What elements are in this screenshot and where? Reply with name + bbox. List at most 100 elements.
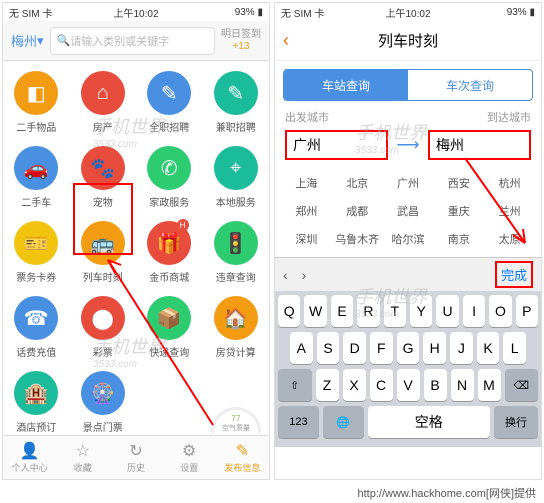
tab-历史[interactable]: ↻历史	[109, 436, 162, 479]
category-票务卡券[interactable]: 🎫票务卡券	[3, 215, 70, 290]
city-option[interactable]: 南京	[433, 225, 484, 253]
key-X[interactable]: X	[343, 369, 366, 401]
tab-label: 历史	[127, 461, 145, 474]
city-option[interactable]: 郑州	[281, 197, 332, 225]
city-option[interactable]: 兰州	[484, 197, 535, 225]
category-金币商城[interactable]: 🎁金币商城H	[136, 215, 203, 290]
done-button[interactable]: 完成	[495, 261, 533, 288]
city-option[interactable]: 哈尔滨	[383, 225, 434, 253]
category-宠物[interactable]: 🐾宠物	[70, 140, 137, 215]
city-option[interactable]: 重庆	[433, 197, 484, 225]
category-label: 二手物品	[16, 119, 56, 134]
seg-station[interactable]: 车站查询	[284, 70, 408, 100]
tab-label: 设置	[180, 461, 198, 474]
key-P[interactable]: P	[516, 295, 538, 327]
category-兼职招聘[interactable]: ✎兼职招聘	[203, 65, 270, 140]
category-icon: 🚌	[81, 221, 125, 265]
key-F[interactable]: F	[370, 332, 393, 364]
category-icon: 🏠	[214, 296, 258, 340]
key-U[interactable]: U	[436, 295, 458, 327]
signin-button[interactable]: 明日签到+13	[221, 29, 261, 53]
key-H[interactable]: H	[423, 332, 446, 364]
key-L[interactable]: L	[503, 332, 526, 364]
key-N[interactable]: N	[451, 369, 474, 401]
key-Y[interactable]: Y	[410, 295, 432, 327]
category-家政服务[interactable]: ✆家政服务	[136, 140, 203, 215]
next-field[interactable]: ›	[302, 267, 307, 283]
key-space[interactable]: 空格	[368, 406, 490, 438]
left-screenshot: 无 SIM 卡 上午10:02 93% ▮ 梅州▾ 🔍 请输入类别或关键字 明日…	[2, 2, 270, 480]
category-房产[interactable]: ⌂房产	[70, 65, 137, 140]
key-delete[interactable]: ⌫	[505, 369, 539, 401]
status-bar: 无 SIM 卡 上午10:02 93% ▮	[3, 3, 269, 21]
tab-收藏[interactable]: ☆收藏	[56, 436, 109, 479]
key-J[interactable]: J	[450, 332, 473, 364]
category-列车时刻[interactable]: 🚌列车时刻	[70, 215, 137, 290]
category-景点门票[interactable]: 🎡景点门票	[70, 365, 137, 440]
key-S[interactable]: S	[317, 332, 340, 364]
city-option[interactable]: 深圳	[281, 225, 332, 253]
city-option[interactable]: 武昌	[383, 197, 434, 225]
key-K[interactable]: K	[477, 332, 500, 364]
city-inputs: 广州 ⟶ 梅州	[275, 125, 541, 165]
key-M[interactable]: M	[478, 369, 501, 401]
seg-train-number[interactable]: 车次查询	[408, 70, 532, 100]
category-彩票[interactable]: ⬤彩票	[70, 290, 137, 365]
key-E[interactable]: E	[331, 295, 353, 327]
from-city-input[interactable]: 广州	[285, 130, 388, 160]
category-icon: ⬤	[81, 296, 125, 340]
tab-label: 个人中心	[12, 461, 48, 474]
tab-个人中心[interactable]: 👤个人中心	[3, 436, 56, 479]
key-A[interactable]: A	[290, 332, 313, 364]
prev-field[interactable]: ‹	[283, 267, 288, 283]
city-option[interactable]: 北京	[332, 169, 383, 197]
key-G[interactable]: G	[397, 332, 420, 364]
city-option[interactable]: 西安	[433, 169, 484, 197]
key-C[interactable]: C	[370, 369, 393, 401]
category-话费充值[interactable]: ☎话费充值	[3, 290, 70, 365]
location-picker[interactable]: 梅州▾	[11, 31, 44, 50]
key-Z[interactable]: Z	[316, 369, 339, 401]
category-label: 本地服务	[216, 194, 256, 209]
city-option[interactable]: 上海	[281, 169, 332, 197]
swap-icon[interactable]: ⟶	[396, 133, 420, 157]
category-icon: 🚗	[14, 146, 58, 190]
city-option[interactable]: 太原	[484, 225, 535, 253]
back-button[interactable]: ‹	[283, 30, 289, 51]
city-option[interactable]: 杭州	[484, 169, 535, 197]
city-option[interactable]: 乌鲁木齐	[332, 225, 383, 253]
search-input[interactable]: 🔍 请输入类别或关键字	[50, 27, 215, 55]
carrier: 无 SIM 卡	[9, 5, 52, 20]
to-city-input[interactable]: 梅州	[428, 130, 531, 160]
city-option[interactable]: 广州	[383, 169, 434, 197]
key-I[interactable]: I	[463, 295, 485, 327]
category-二手物品[interactable]: ◧二手物品	[3, 65, 70, 140]
key-globe[interactable]: 🌐	[323, 406, 364, 438]
tab-设置[interactable]: ⚙设置	[163, 436, 216, 479]
category-本地服务[interactable]: ⌖本地服务	[203, 140, 270, 215]
category-违章查询[interactable]: 🚦违章查询	[203, 215, 270, 290]
category-快递查询[interactable]: 📦快递查询	[136, 290, 203, 365]
key-T[interactable]: T	[384, 295, 406, 327]
header: ‹ 列车时刻	[275, 21, 541, 61]
category-二手车[interactable]: 🚗二手车	[3, 140, 70, 215]
key-123[interactable]: 123	[278, 406, 319, 438]
key-W[interactable]: W	[304, 295, 326, 327]
tab-发布信息[interactable]: ✎发布信息	[216, 436, 269, 479]
top-bar: 梅州▾ 🔍 请输入类别或关键字 明日签到+13	[3, 21, 269, 61]
city-option[interactable]: 成都	[332, 197, 383, 225]
category-label: 违章查询	[216, 269, 256, 284]
category-icon: 🎡	[81, 371, 125, 415]
key-D[interactable]: D	[343, 332, 366, 364]
key-return[interactable]: 换行	[494, 406, 538, 438]
key-V[interactable]: V	[397, 369, 420, 401]
key-R[interactable]: R	[357, 295, 379, 327]
category-房贷计算[interactable]: 🏠 房贷计算	[203, 290, 270, 365]
category-label: 房贷计算	[216, 344, 256, 359]
key-Q[interactable]: Q	[278, 295, 300, 327]
key-O[interactable]: O	[489, 295, 511, 327]
category-全职招聘[interactable]: ✎全职招聘	[136, 65, 203, 140]
category-酒店预订[interactable]: 🏨酒店预订	[3, 365, 70, 440]
key-shift[interactable]: ⇧	[278, 369, 312, 401]
key-B[interactable]: B	[424, 369, 447, 401]
